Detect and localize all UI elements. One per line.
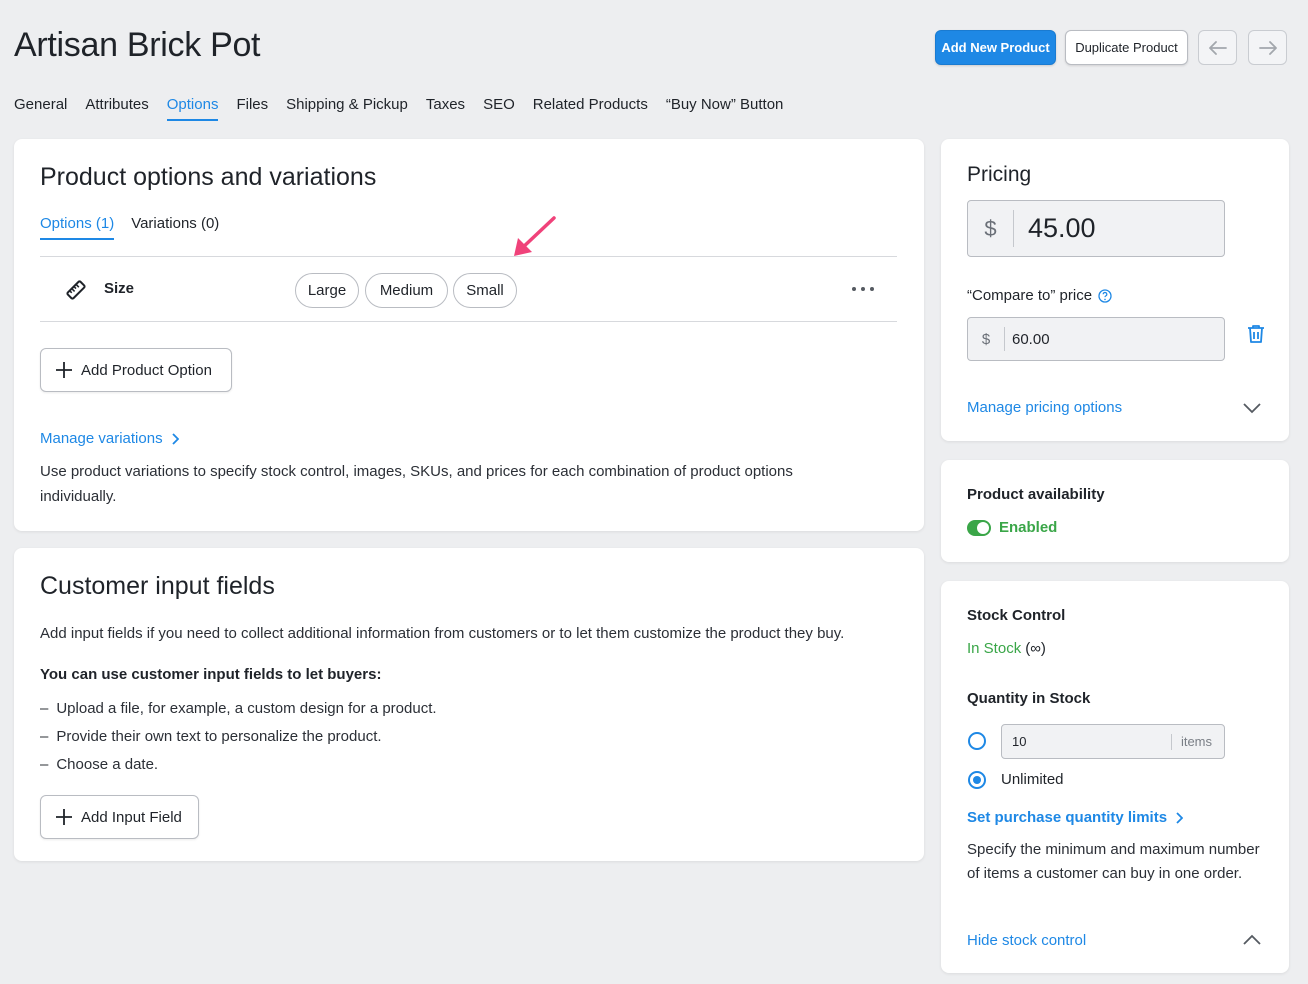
input-fields-subheading: You can use customer input fields to let… [40,666,382,683]
option-row-size[interactable]: Size Large Medium Small [40,256,897,322]
option-value-chip[interactable]: Medium [365,273,448,308]
price-value: 45.00 [1028,213,1096,243]
chevron-down-icon[interactable] [1243,403,1261,414]
option-value-chip[interactable]: Small [453,273,517,308]
product-options-card: Product options and variations Options (… [14,139,924,531]
tab-seo[interactable]: SEO [483,96,515,121]
tab-related-products[interactable]: Related Products [533,96,648,121]
options-subtabs: Options (1) Variations (0) [40,215,236,240]
compare-price-label: “Compare to” price [967,287,1093,304]
availability-status: Enabled [999,519,1058,536]
plus-icon [56,809,72,825]
purchase-limits-link[interactable]: Set purchase quantity limits [967,809,1184,826]
unlimited-radio[interactable] [968,771,986,789]
bullet-text: Upload a file, for example, a custom des… [56,700,437,717]
add-new-product-button[interactable]: Add New Product [935,30,1056,65]
pricing-card: Pricing $ 45.00 “Compare to” price $ 60.… [941,139,1289,441]
option-value-chip[interactable]: Large [295,273,359,308]
pricing-title: Pricing [967,163,1032,186]
quantity-unit: items [1180,734,1212,749]
compare-price-input[interactable]: $ 60.00 [967,317,1225,361]
tab-buy-now-button[interactable]: “Buy Now” Button [666,96,784,121]
manage-pricing-link[interactable]: Manage pricing options [967,399,1122,416]
add-input-field-button[interactable]: Add Input Field [40,795,199,839]
toggle-switch[interactable] [967,519,991,536]
tab-files[interactable]: Files [236,96,268,121]
previous-product-button[interactable] [1198,30,1237,65]
trash-icon[interactable] [1247,324,1265,344]
quantity-label: Quantity in Stock [967,690,1091,707]
subtab-options[interactable]: Options (1) [40,215,115,240]
stock-status-suffix: (∞) [1025,640,1046,657]
stock-status: In Stock (∞) [967,640,1046,657]
hide-stock-control-link[interactable]: Hide stock control [967,932,1086,949]
purchase-limits-description: Specify the minimum and maximum number o… [967,841,1260,882]
product-tabs: General Attributes Options Files Shippin… [14,96,801,121]
purchase-limits-label: Set purchase quantity limits [967,809,1168,826]
availability-card: Product availability Enabled [941,460,1289,562]
tab-general[interactable]: General [14,96,67,121]
annotation-arrow-icon [514,216,556,256]
options-card-title: Product options and variations [40,163,377,191]
option-name: Size [104,280,135,297]
list-item: – Provide their own text to personalize t… [40,724,437,749]
more-options-icon[interactable] [852,279,874,299]
arrow-left-icon [1208,40,1227,55]
bullet-text: Choose a date. [56,756,159,773]
customer-input-fields-card: Customer input fields Add input fields i… [14,548,924,861]
help-icon[interactable] [1098,288,1112,303]
manage-variations-label: Manage variations [40,430,163,447]
list-item: – Choose a date. [40,752,437,777]
availability-toggle[interactable]: Enabled [967,519,1057,536]
tab-taxes[interactable]: Taxes [426,96,465,121]
manage-variations-link[interactable]: Manage variations [40,430,179,447]
currency-symbol: $ [981,330,991,348]
price-input[interactable]: $ 45.00 [967,200,1225,257]
stock-control-card: Stock Control In Stock (∞) Quantity in S… [941,581,1289,973]
quantity-input[interactable]: 10 items [1001,724,1225,759]
unlimited-label: Unlimited [1001,771,1064,788]
chevron-up-icon[interactable] [1243,934,1261,945]
availability-title: Product availability [967,486,1105,503]
bullet-text: Provide their own text to personalize th… [56,728,382,745]
compare-price-label-row: “Compare to” price [967,287,1112,304]
currency-symbol: $ [984,215,997,241]
input-fields-title: Customer input fields [40,572,275,600]
tab-options[interactable]: Options [166,96,219,121]
stock-status-text: In Stock [967,640,1022,657]
page-title: Artisan Brick Pot [14,26,261,64]
stock-title: Stock Control [967,607,1066,624]
arrow-right-icon [1258,40,1277,55]
variations-description: Use product variations to specify stock … [40,463,793,505]
chevron-right-icon [171,432,179,445]
input-fields-intro: Add input fields if you need to collect … [40,625,845,642]
compare-price-value: 60.00 [1012,330,1050,348]
chevron-right-icon [1176,811,1184,824]
quantity-value: 10 [1012,734,1027,749]
input-fields-bullets: – Upload a file, for example, a custom de… [40,696,437,777]
list-item: – Upload a file, for example, a custom de… [40,696,437,721]
add-product-option-button[interactable]: Add Product Option [40,348,232,392]
ruler-icon [66,280,86,300]
next-product-button[interactable] [1248,30,1287,65]
add-input-field-label: Add Input Field [81,808,182,826]
tab-shipping-pickup[interactable]: Shipping & Pickup [286,96,408,121]
tab-attributes[interactable]: Attributes [85,96,148,121]
plus-icon [56,362,72,378]
duplicate-product-button[interactable]: Duplicate Product [1065,30,1188,65]
quantity-radio[interactable] [968,732,986,750]
add-product-option-label: Add Product Option [81,361,212,379]
subtab-variations[interactable]: Variations (0) [131,215,219,240]
